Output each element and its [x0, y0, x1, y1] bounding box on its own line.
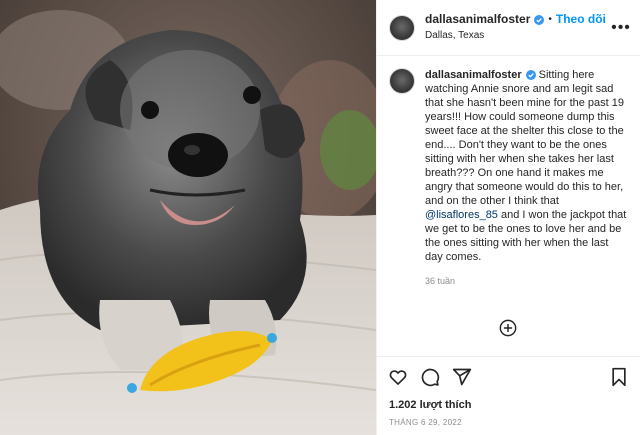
- heart-icon: [389, 369, 407, 385]
- post-header: dallasanimalfoster • Theo dõi Dallas, Te…: [377, 0, 640, 56]
- separator-dot: •: [548, 14, 552, 25]
- comment-button[interactable]: [419, 366, 441, 388]
- more-icon[interactable]: •••: [611, 18, 631, 37]
- more-icon-glyph: •••: [611, 18, 631, 36]
- comment-icon: [421, 368, 440, 386]
- comments-area: dallasanimalfoster Sitting here watching…: [377, 56, 640, 356]
- author-info: dallasanimalfoster • Theo dõi Dallas, Te…: [425, 12, 612, 43]
- verified-icon: [525, 70, 536, 81]
- likes-count[interactable]: 1.202 lượt thích: [377, 396, 640, 414]
- author-row: dallasanimalfoster • Theo dõi: [425, 12, 612, 27]
- like-button[interactable]: [387, 366, 409, 388]
- caption-time[interactable]: 36 tuần: [425, 274, 628, 288]
- share-icon: [452, 368, 472, 385]
- load-more-icon[interactable]: [499, 319, 517, 337]
- bookmark-icon: [612, 367, 626, 386]
- caption-text: dallasanimalfoster Sitting here watching…: [425, 68, 628, 264]
- caption-mention-link[interactable]: @lisaflores_85: [425, 209, 498, 221]
- follow-button[interactable]: Theo dõi: [556, 12, 606, 27]
- verified-icon: [534, 14, 545, 25]
- caption-text-before: Sitting here watching Annie snore and am…: [425, 69, 625, 207]
- post-photo[interactable]: [0, 0, 376, 435]
- caption-username[interactable]: dallasanimalfoster: [425, 69, 522, 81]
- post-location[interactable]: Dallas, Texas: [425, 29, 612, 43]
- author-avatar[interactable]: [389, 14, 415, 41]
- caption: dallasanimalfoster Sitting here watching…: [389, 68, 628, 288]
- action-bar: [377, 356, 640, 396]
- author-username[interactable]: dallasanimalfoster: [425, 12, 530, 27]
- post-side-panel: dallasanimalfoster • Theo dõi Dallas, Te…: [376, 0, 640, 435]
- dog-photo-image: [0, 0, 376, 435]
- post-date[interactable]: THÁNG 6 29, 2022: [377, 414, 640, 435]
- caption-avatar[interactable]: [389, 68, 415, 94]
- save-button[interactable]: [608, 366, 630, 388]
- post-container: dallasanimalfoster • Theo dõi Dallas, Te…: [0, 0, 640, 435]
- share-button[interactable]: [451, 366, 473, 388]
- caption-body: dallasanimalfoster Sitting here watching…: [425, 68, 628, 288]
